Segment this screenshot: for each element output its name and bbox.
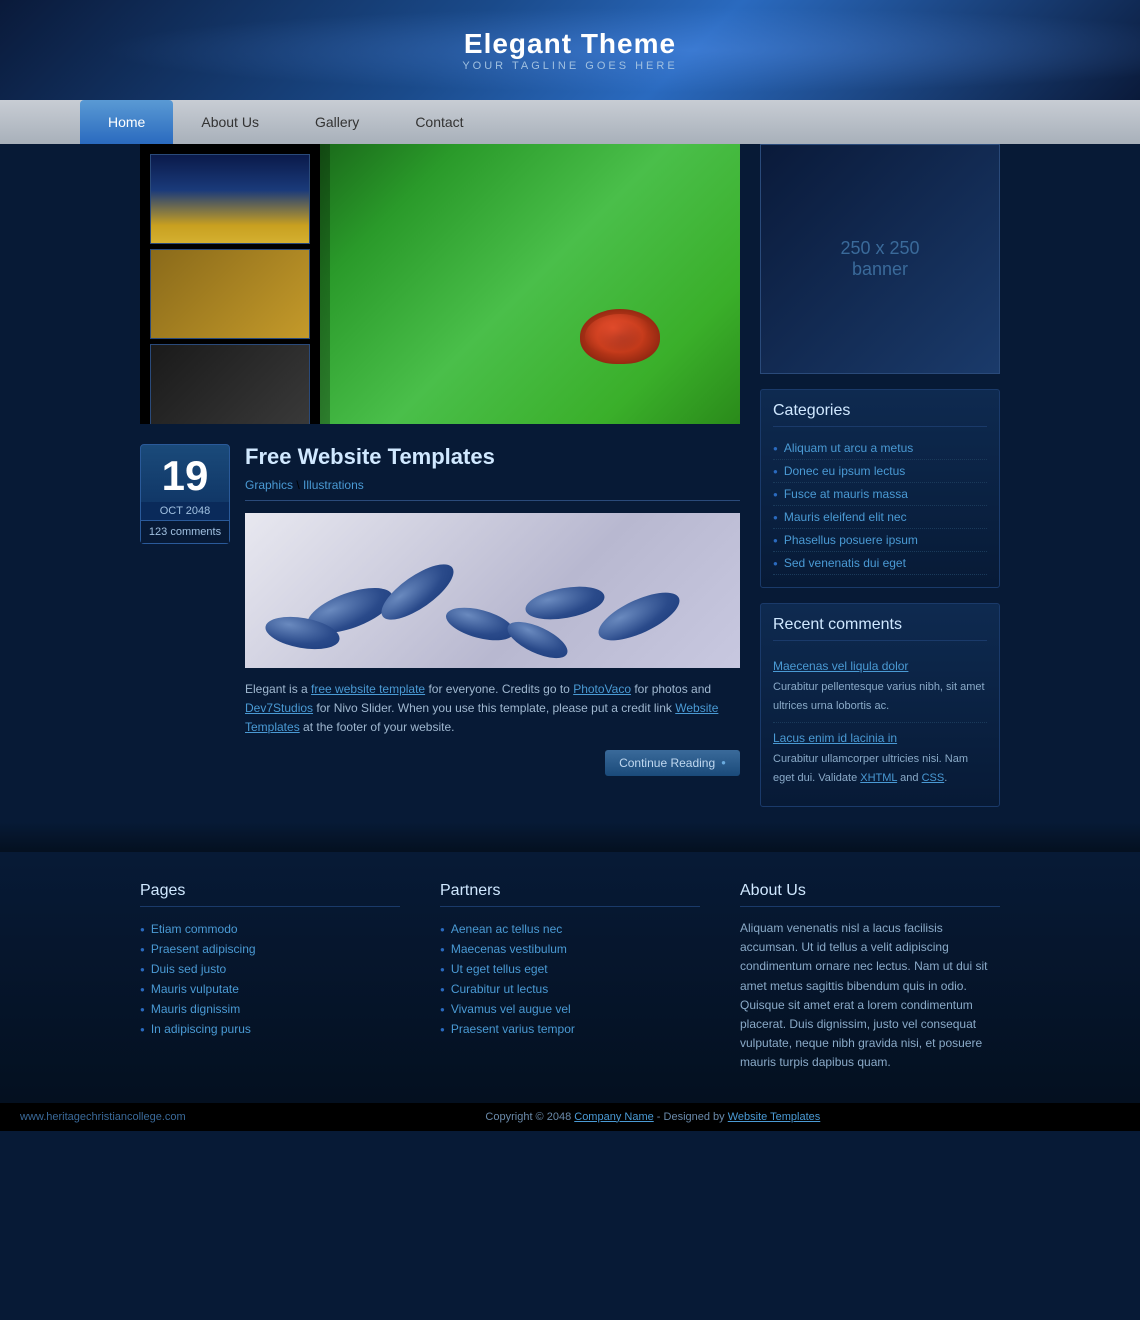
recent-comment-1: Maecenas vel liqula dolor Curabitur pell… <box>773 651 987 723</box>
category-5[interactable]: Phasellus posuere ipsum <box>773 529 987 552</box>
category-4[interactable]: Mauris eleifend elit nec <box>773 506 987 529</box>
post-content: Free Website Templates Graphics \ Illust… <box>245 444 740 776</box>
link-css[interactable]: CSS <box>922 772 945 784</box>
sidebar: 250 x 250 banner Categories Aliquam ut a… <box>760 144 1000 822</box>
slider-leaf-bg <box>320 144 740 424</box>
link-photovaco[interactable]: PhotoVaco <box>573 682 631 696</box>
bottom-copyright: Copyright © 2048 Company Name - Designed… <box>186 1111 1120 1123</box>
footer-page-1[interactable]: Etiam commodo <box>140 919 400 939</box>
recent-comment-1-title[interactable]: Maecenas vel liqula dolor <box>773 659 987 673</box>
footer-partner-4[interactable]: Curabitur ut lectus <box>440 979 700 999</box>
post-meta: Graphics \ Illustrations <box>245 478 740 501</box>
separator <box>0 822 1140 852</box>
footer-pages-title: Pages <box>140 882 400 907</box>
recent-comments-section: Recent comments Maecenas vel liqula dolo… <box>760 603 1000 807</box>
pill-5 <box>523 581 607 624</box>
recent-comment-2-text: Curabitur ullamcorper ultricies nisi. Na… <box>773 753 968 784</box>
image-slider[interactable] <box>140 144 740 424</box>
category-1[interactable]: Aliquam ut arcu a metus <box>773 437 987 460</box>
recent-comment-1-text: Curabitur pellentesque varius nibh, sit … <box>773 681 985 712</box>
categories-title: Categories <box>773 402 987 427</box>
link-xhtml[interactable]: XHTML <box>860 772 897 784</box>
category-6[interactable]: Sed venenatis dui eget <box>773 552 987 575</box>
footer-page-5[interactable]: Mauris dignissim <box>140 999 400 1019</box>
post-category-illustrations[interactable]: Illustrations <box>303 478 364 492</box>
footer-about-widget: About Us Aliquam venenatis nisl a lacus … <box>740 882 1000 1073</box>
category-3[interactable]: Fusce at mauris massa <box>773 483 987 506</box>
footer-page-2[interactable]: Praesent adipiscing <box>140 939 400 959</box>
footer-partners-widget: Partners Aenean ac tellus nec Maecenas v… <box>440 882 700 1073</box>
footer-partner-6[interactable]: Praesent varius tempor <box>440 1019 700 1039</box>
site-title: Elegant Theme <box>462 28 677 60</box>
nav-gallery[interactable]: Gallery <box>287 100 387 144</box>
footer-page-4[interactable]: Mauris vulputate <box>140 979 400 999</box>
date-month-year: OCT 2048 <box>141 502 229 520</box>
nav-contact[interactable]: Contact <box>387 100 491 144</box>
footer-partner-3[interactable]: Ut eget tellus eget <box>440 959 700 979</box>
slider-bug <box>580 309 660 364</box>
footer-partner-2[interactable]: Maecenas vestibulum <box>440 939 700 959</box>
slider-thumb-3[interactable] <box>150 344 310 424</box>
link-free-template[interactable]: free website template <box>311 682 425 696</box>
continue-reading-button[interactable]: Continue Reading <box>605 750 740 776</box>
categories-list: Aliquam ut arcu a metus Donec eu ipsum l… <box>773 437 987 575</box>
categories-section: Categories Aliquam ut arcu a metus Donec… <box>760 389 1000 588</box>
category-2[interactable]: Donec eu ipsum lectus <box>773 460 987 483</box>
recent-comments-title: Recent comments <box>773 616 987 641</box>
footer-about-title: About Us <box>740 882 1000 907</box>
footer-company-link[interactable]: Company Name <box>574 1111 653 1123</box>
footer-partner-1[interactable]: Aenean ac tellus nec <box>440 919 700 939</box>
post-title: Free Website Templates <box>245 444 740 470</box>
pill-7 <box>592 583 686 650</box>
footer-designed-by-link[interactable]: Website Templates <box>728 1111 821 1123</box>
site-tagline: YOUR TAGLINE GOES HERE <box>462 60 677 72</box>
nav-about[interactable]: About Us <box>173 100 287 144</box>
post-text: Elegant is a free website template for e… <box>245 680 740 738</box>
nav-home[interactable]: Home <box>80 100 173 144</box>
footer-partners-list: Aenean ac tellus nec Maecenas vestibulum… <box>440 919 700 1039</box>
footer-pages-list: Etiam commodo Praesent adipiscing Duis s… <box>140 919 400 1039</box>
footer-pages-widget: Pages Etiam commodo Praesent adipiscing … <box>140 882 400 1073</box>
footer-partners-title: Partners <box>440 882 700 907</box>
date-box: 19 OCT 2048 123 comments <box>140 444 230 544</box>
footer-page-6[interactable]: In adipiscing purus <box>140 1019 400 1039</box>
footer-about-text: Aliquam venenatis nisl a lacus facilisis… <box>740 919 1000 1073</box>
post-category-graphics[interactable]: Graphics <box>245 478 293 492</box>
slider-overlay <box>140 144 330 424</box>
pill-6 <box>503 614 573 665</box>
recent-comment-2: Lacus enim id lacinia in Curabitur ullam… <box>773 723 987 794</box>
post-area: 19 OCT 2048 123 comments Free Website Te… <box>140 444 740 776</box>
banner-text: 250 x 250 banner <box>840 238 919 280</box>
post-image <box>245 513 740 668</box>
bottom-url: www.heritagechristiancollege.com <box>20 1111 186 1123</box>
content-area: 19 OCT 2048 123 comments Free Website Te… <box>140 144 1000 822</box>
date-comments: 123 comments <box>141 520 229 543</box>
footer-widgets: Pages Etiam commodo Praesent adipiscing … <box>0 852 1140 1103</box>
site-header: Elegant Theme YOUR TAGLINE GOES HERE <box>0 0 1140 100</box>
pill-4 <box>443 601 518 646</box>
slider-thumb-2[interactable] <box>150 249 310 339</box>
navigation: Home About Us Gallery Contact <box>0 100 1140 144</box>
banner-ad[interactable]: 250 x 250 banner <box>760 144 1000 374</box>
date-day: 19 <box>146 455 224 497</box>
slider-thumb-1[interactable] <box>150 154 310 244</box>
bottom-bar: www.heritagechristiancollege.com Copyrig… <box>0 1103 1140 1131</box>
link-dev7studios[interactable]: Dev7Studios <box>245 701 313 715</box>
footer-partner-5[interactable]: Vivamus vel augue vel <box>440 999 700 1019</box>
recent-comment-2-title[interactable]: Lacus enim id lacinia in <box>773 731 987 745</box>
footer-page-3[interactable]: Duis sed justo <box>140 959 400 979</box>
header-text: Elegant Theme YOUR TAGLINE GOES HERE <box>462 28 677 72</box>
left-content: 19 OCT 2048 123 comments Free Website Te… <box>140 144 740 822</box>
link-website-templates[interactable]: Website Templates <box>245 701 718 734</box>
